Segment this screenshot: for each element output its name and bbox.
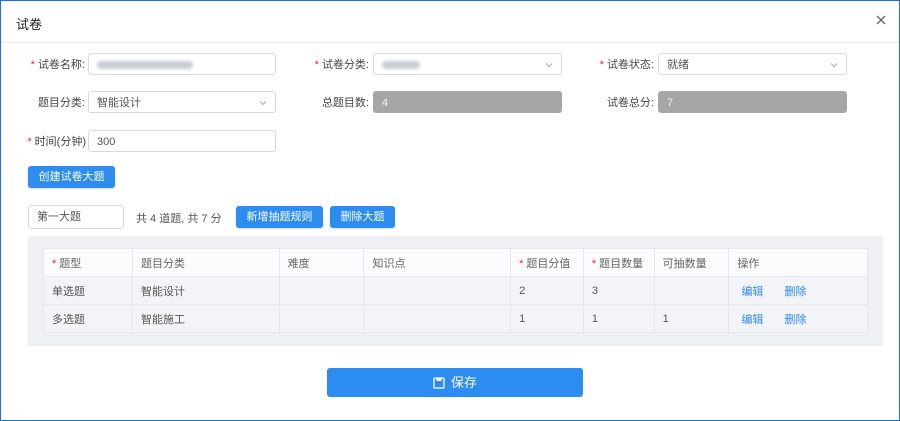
section-summary: 共 4 道题, 共 7 分 (136, 213, 222, 225)
cell-difficulty (278, 276, 365, 305)
rules-panel: * 题型 题目分类 难度 知识点 * 题目分值 * 题目数量 可抽数量 操作 单选题 … (28, 236, 883, 346)
chevron-down-icon (259, 101, 267, 106)
table-header-row: * 题型 题目分类 难度 知识点 * 题目分值 * 题目数量 可抽数量 操作 (43, 248, 868, 277)
rules-table: * 题型 题目分类 难度 知识点 * 题目分值 * 题目数量 可抽数量 操作 单选题 … (43, 248, 868, 333)
header-count: * 题目数量 (582, 248, 655, 277)
header-score: * 题目分值 (510, 248, 584, 277)
edit-link[interactable]: 编辑 (741, 286, 763, 298)
total-questions-input: 4 (373, 91, 562, 113)
delete-link[interactable]: 删除 (785, 314, 807, 326)
paper-dialog: 试卷 * 试卷名称: * 试卷分类: * 试卷状态: 就绪 题目分类: 智能设计 总题… (0, 0, 900, 421)
close-icon[interactable] (875, 14, 887, 26)
cell-score: 1 (510, 304, 584, 333)
header-available: 可抽数量 (653, 248, 730, 277)
cell-available (653, 276, 730, 305)
form-row-3: * 时间(分钟) 300 (1, 130, 899, 154)
cell-difficulty (278, 304, 365, 333)
question-category-value: 智能设计 (97, 97, 141, 109)
time-label: * 时间(分钟) (27, 136, 86, 148)
paper-status-label: * 试卷状态: (599, 59, 654, 71)
save-icon (433, 377, 445, 389)
paper-category-select[interactable] (373, 53, 562, 75)
form-row-1: * 试卷名称: * 试卷分类: * 试卷状态: 就绪 (1, 53, 899, 77)
delete-link[interactable]: 删除 (785, 286, 807, 298)
create-section-button[interactable]: 创建试卷大题 (28, 166, 115, 188)
cell-type: 多选题 (43, 304, 133, 333)
question-category-label: 题目分类: (37, 97, 85, 109)
time-input[interactable]: 300 (88, 130, 276, 152)
cell-count: 1 (582, 304, 655, 333)
cell-count: 3 (582, 276, 655, 305)
cell-actions: 编辑 删除 (728, 276, 868, 305)
paper-status-select[interactable]: 就绪 (658, 53, 847, 75)
edit-link[interactable]: 编辑 (741, 314, 763, 326)
paper-name-label: * 试卷名称: (30, 59, 85, 71)
cell-score: 2 (510, 276, 584, 305)
table-row: 多选题 智能施工 1 1 1 编辑 删除 (43, 304, 868, 333)
header-category: 题目分类 (131, 248, 280, 277)
cell-knowledge (363, 304, 512, 333)
table-row: 单选题 智能设计 2 3 编辑 删除 (43, 276, 868, 305)
total-score-input: 7 (658, 91, 847, 113)
question-category-select[interactable]: 智能设计 (88, 91, 276, 113)
add-rule-button[interactable]: 新增抽题规则 (236, 206, 323, 228)
total-score-label: 试卷总分: (606, 97, 654, 109)
header-type: * 题型 (43, 248, 133, 277)
chevron-down-icon (545, 63, 553, 68)
header-actions: 操作 (728, 248, 868, 277)
cell-knowledge (363, 276, 512, 305)
form-row-2: 题目分类: 智能设计 总题目数: 4 试卷总分: 7 (1, 91, 899, 115)
paper-status-value: 就绪 (667, 59, 689, 71)
chevron-down-icon (830, 63, 838, 68)
total-questions-label: 总题目数: (321, 97, 369, 109)
cell-actions: 编辑 删除 (728, 304, 868, 333)
save-button[interactable]: 保存 (327, 368, 583, 397)
cell-available: 1 (653, 304, 730, 333)
header-difficulty: 难度 (278, 248, 365, 277)
section-name-input[interactable]: 第一大题 (28, 205, 124, 229)
paper-name-input[interactable] (88, 53, 276, 75)
dialog-header: 试卷 (1, 1, 899, 43)
header-knowledge: 知识点 (363, 248, 512, 277)
cell-category: 智能施工 (131, 304, 280, 333)
paper-category-label: * 试卷分类: (314, 59, 369, 71)
cell-category: 智能设计 (131, 276, 280, 305)
save-label: 保存 (450, 375, 477, 390)
delete-section-button[interactable]: 删除大题 (330, 206, 395, 228)
dialog-title: 试卷 (16, 17, 43, 32)
cell-type: 单选题 (43, 276, 133, 305)
